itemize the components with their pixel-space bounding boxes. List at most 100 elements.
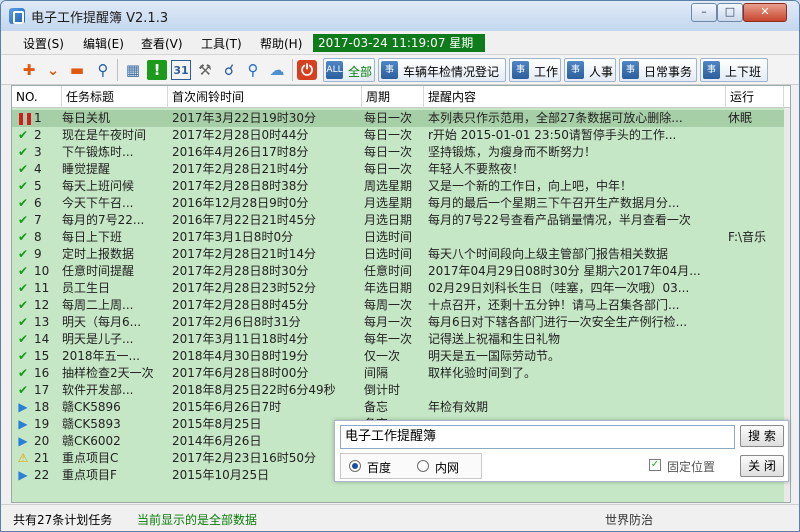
tab-vehicle-inspection[interactable]: 事 车辆年检情况登记 [378,58,506,82]
header-cycle[interactable]: 周期 [362,86,424,108]
close-window-button[interactable]: ✕ [743,3,787,22]
menu-help[interactable]: 帮助(H) [260,35,302,52]
cell-title: 睡觉提醒 [62,162,111,176]
cell-content: r开始 2015-01-01 23:50请暂停手头的工作... [428,128,677,142]
menu-tools[interactable]: 工具(T) [201,35,242,52]
header-run[interactable]: 运行 [726,86,784,108]
cell-title: 任意时间提醒 [62,264,135,278]
cell-cycle: 每日一次 [364,162,413,176]
calendar-icon[interactable]: ▦ [123,60,143,80]
cell-first-alarm: 2017年2月28日21时14分 [172,247,316,261]
search-input[interactable]: 电子工作提醒簿 [340,425,735,449]
table-row[interactable]: ▶ 18 赣CK5896 2015年6月26日7时 备忘 年检有效期 [12,399,790,416]
table-row[interactable]: ✔ 7 每月的7号22... 2016年7月22日21时45分 月选日期 每月的7号22号… [12,212,790,229]
table-row[interactable]: ✔ 10 任意时间提醒 2017年2月28日8时30分 任意时间 2017年04月29日0… [12,263,790,280]
fixed-position-checkbox[interactable]: ✓ [649,459,661,471]
cell-run [728,246,784,263]
cell-content: 每天八个时间段向上级主管部门报告相关数据 [428,247,669,261]
table-row[interactable]: ✔ 6 今天下午召... 2016年12月28日9时0分 月选星期 每月的最后一个星期三下… [12,195,790,212]
cell-content [428,229,726,246]
tab-daily-affairs[interactable]: 事 日常事务 [619,58,697,82]
cell-first-alarm: 2017年2月28日8时38分 [172,179,309,193]
tab-label: 上下班 [725,65,762,79]
table-row[interactable]: ❚❚ 1 每日关机 2017年3月22日19时30分 每日一次 本列表只作示范用，全部27… [12,110,790,127]
check-icon: ✔ [17,264,29,278]
header-title[interactable]: 任务标题 [62,86,168,108]
cell-cycle: 每日一次 [364,111,413,125]
cell-first-alarm: 2016年12月28日9时0分 [172,196,309,210]
search-button[interactable]: 搜 索 [740,425,784,447]
cell-run [728,161,784,178]
cell-content: 记得送上祝福和生日礼物 [428,332,561,346]
find-icon[interactable]: ☌ [219,60,239,80]
radio-intranet[interactable] [417,460,429,472]
remove-icon[interactable]: ▬ [67,60,87,80]
radio-baidu[interactable] [349,460,361,472]
cell-cycle: 每月一次 [364,315,413,329]
tab-commute[interactable]: 事 上下班 [700,58,768,82]
table-row[interactable]: ✔ 8 每日上下班 2017年3月1日8时0分 日选时间 F:\音乐 [12,229,790,246]
header-no[interactable]: NO. [12,86,62,108]
search-engine-group: 百度 内网 [340,453,482,479]
cell-run [728,399,784,416]
weather-icon[interactable]: ☁ [267,60,287,80]
cell-no: 19 [34,417,50,431]
maximize-button[interactable]: □ [717,3,743,22]
header-first-alarm[interactable]: 首次闹铃时间 [168,86,362,108]
calendar-31-icon[interactable]: 31 [171,60,191,80]
check-icon: ✔ [17,315,29,329]
window-title: 电子工作提醒簿 V2.1.3 [31,11,169,26]
table-row[interactable]: ✔ 4 睡觉提醒 2017年2月28日21时4分 每日一次 年轻人不要熬夜！ [12,161,790,178]
cell-no: 21 [34,451,50,465]
check-icon: ✔ [17,281,29,295]
cell-content: 本列表只作示范用，全部27条数据可放心删除... [428,111,683,125]
cell-title: 每日上下班 [62,230,123,244]
tab-work[interactable]: 事 工作 [509,58,561,82]
header-content[interactable]: 提醒内容 [424,86,726,108]
tab-personnel[interactable]: 事 人事 [564,58,616,82]
tab-all[interactable]: ALL 全部 [323,58,375,82]
table-row[interactable]: ✔ 2 现在是午夜时间 2017年2月28日0时44分 每日一次 r开始 2015-01-… [12,127,790,144]
close-popup-button[interactable]: 关 闭 [740,455,784,477]
search-icon[interactable]: ⚲ [93,60,113,80]
table-row[interactable]: ✔ 15 2018年五一... 2018年4月30日8时19分 仅一次 明天是五一国际劳动… [12,348,790,365]
cell-title: 2018年五一... [62,349,140,363]
alert-icon[interactable]: ! [147,60,167,80]
cell-content: 取样化验时间到了。 [428,366,537,380]
expand-icon[interactable]: ⌄ [43,60,63,80]
zoom-icon[interactable]: ⚲ [243,60,263,80]
table-row[interactable]: ✔ 9 定时上报数据 2017年2月28日21时14分 日选时间 每天八个时间段向上级主管… [12,246,790,263]
cell-first-alarm: 2017年3月22日19时30分 [172,111,316,125]
cell-title: 明天（每月6... [62,315,142,329]
table-row[interactable]: ✔ 16 抽样检查2天一次 2017年6月28日8时00分 间隔 取样化验时间到了。 [12,365,790,382]
table-row[interactable]: ✔ 3 下午锻炼时... 2016年4月26日17时8分 每日一次 坚持锻炼，为瘦身而不断… [12,144,790,161]
cell-run [728,263,784,280]
table-row[interactable]: ✔ 5 每天上班问候 2017年2月28日8时38分 周选星期 又是一个新的工作日，向上吧… [12,178,790,195]
menu-view[interactable]: 查看(V) [141,35,183,52]
table-row[interactable]: ✔ 14 明天是儿子... 2017年3月11日18时4分 每年一次 记得送上祝福和生日礼… [12,331,790,348]
table-row[interactable]: ✔ 11 员工生日 2017年2月28日23时52分 年选日期 02月29日刘科长生日（哇… [12,280,790,297]
cell-first-alarm: 2017年3月1日8时0分 [172,230,294,244]
cell-cycle: 仅一次 [364,349,401,363]
power-icon[interactable]: ⏻ [297,60,317,80]
table-row[interactable]: ✔ 12 每周二上周... 2017年2月28日8时45分 每周一次 十点召开，还剩十五分… [12,297,790,314]
tab-label: 工作 [534,65,559,79]
cell-no: 15 [34,349,50,363]
cell-first-alarm: 2017年2月28日8时45分 [172,298,309,312]
cell-title: 现在是午夜时间 [62,128,147,142]
add-icon[interactable]: ✚ [19,60,39,80]
cell-cycle: 年选日期 [364,281,413,295]
table-row[interactable]: ✔ 13 明天（每月6... 2017年2月6日8时31分 每月一次 每月6日对下辖各部门… [12,314,790,331]
title-bar[interactable]: 电子工作提醒簿 V2.1.3 – □ ✕ [1,1,799,31]
cell-first-alarm: 2017年2月28日0时44分 [172,128,309,142]
play-icon: ▶ [18,400,28,414]
minimize-button[interactable]: – [691,3,717,22]
tools-icon[interactable]: ⚒ [195,60,215,80]
menu-edit[interactable]: 编辑(E) [83,35,124,52]
radio-baidu-label: 百度 [367,461,392,475]
table-row[interactable]: ✔ 17 软件开发部... 2018年8月25日22时6分49秒 倒计时 [12,382,790,399]
cell-run [728,280,784,297]
check-icon: ✔ [17,247,29,261]
menu-settings[interactable]: 设置(S) [23,35,64,52]
category-badge-icon: 事 [381,61,398,79]
